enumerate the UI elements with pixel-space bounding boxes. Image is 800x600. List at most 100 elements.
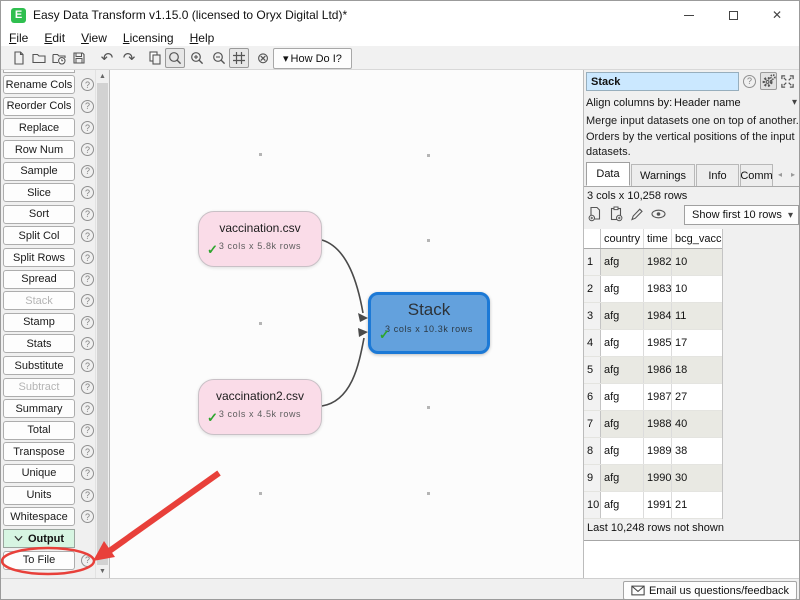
undo-button[interactable]: ↶	[97, 48, 117, 68]
help-icon[interactable]: ?	[81, 165, 94, 178]
view-data-button[interactable]	[649, 205, 667, 223]
zoom-tool-button[interactable]	[165, 48, 185, 68]
help-icon[interactable]: ?	[81, 121, 94, 134]
node-vaccination-csv[interactable]: vaccination.csv 3 cols x 5.8k rows ✓	[198, 211, 322, 267]
transform-button[interactable]: Unique	[3, 464, 75, 483]
grid-toggle-button[interactable]	[229, 48, 249, 68]
transform-button[interactable]: Units	[3, 486, 75, 505]
help-button[interactable]: ?	[741, 72, 758, 90]
new-file-button[interactable]	[9, 48, 29, 68]
table-row[interactable]: 6 afg 1987 27	[584, 384, 722, 411]
table-row[interactable]: 4 afg 1985 17	[584, 330, 722, 357]
help-icon[interactable]: ?	[81, 359, 94, 372]
scrollbar-thumb[interactable]	[97, 83, 108, 565]
help-icon[interactable]: ?	[81, 402, 94, 415]
help-icon[interactable]: ?	[81, 273, 94, 286]
transform-button[interactable]: Split Col	[3, 226, 75, 245]
duplicate-button[interactable]	[145, 48, 165, 68]
transform-button[interactable]: Stamp	[3, 313, 75, 332]
transform-button[interactable]: Summary	[3, 399, 75, 418]
align-columns-select[interactable]: Header name ▾	[671, 96, 799, 112]
table-row[interactable]: 10 afg 1991 21	[584, 492, 722, 519]
how-do-i-button[interactable]: ▾How Do I?	[273, 48, 352, 69]
tab-data[interactable]: Data	[586, 162, 630, 186]
zoom-out-button[interactable]	[209, 48, 229, 68]
transform-button[interactable]: Sample	[3, 162, 75, 181]
help-icon[interactable]: ?	[81, 445, 94, 458]
maximize-button[interactable]	[711, 1, 755, 29]
tab-scroll-right-icon[interactable]: ▸	[787, 164, 799, 184]
help-icon[interactable]: ?	[81, 229, 94, 242]
node-stack[interactable]: Stack 3 cols x 10.3k rows ✓	[368, 292, 490, 354]
transform-button[interactable]: Whitespace	[3, 507, 75, 526]
help-icon[interactable]: ?	[81, 186, 94, 199]
transform-button[interactable]: Reorder Cols	[3, 97, 75, 116]
to-file-button[interactable]: To File	[3, 551, 75, 570]
scroll-down-icon[interactable]: ▼	[96, 565, 109, 578]
transform-button[interactable]: Substitute	[3, 356, 75, 375]
help-icon[interactable]: ?	[81, 316, 94, 329]
table-row[interactable]: 5 afg 1986 18	[584, 357, 722, 384]
help-icon[interactable]: ?	[81, 294, 94, 307]
help-icon[interactable]: ?	[81, 251, 94, 264]
help-icon[interactable]: ?	[81, 143, 94, 156]
show-rows-select[interactable]: Show first 10 rows ▾	[684, 205, 799, 225]
help-icon[interactable]: ?	[81, 381, 94, 394]
transform-button[interactable]: Stack	[3, 291, 75, 310]
table-row[interactable]: 2 afg 1983 10	[584, 276, 722, 303]
table-row[interactable]: 8 afg 1989 38	[584, 438, 722, 465]
open-recent-button[interactable]	[49, 48, 69, 68]
settings-button[interactable]	[760, 72, 777, 90]
zoom-in-button[interactable]	[187, 48, 207, 68]
tab-info[interactable]: Info	[696, 164, 739, 186]
node-name-input[interactable]	[586, 72, 739, 91]
menu-item[interactable]: Licensing	[115, 30, 182, 46]
output-section-header[interactable]: Output	[3, 529, 75, 548]
menu-item[interactable]: Help	[182, 30, 223, 46]
table-row[interactable]: 3 afg 1984 11	[584, 303, 722, 330]
save-button[interactable]	[69, 48, 89, 68]
flow-canvas[interactable]: vaccination.csv 3 cols x 5.8k rows ✓ Sta…	[109, 70, 584, 578]
transform-button[interactable]: Total	[3, 421, 75, 440]
tab-warnings[interactable]: Warnings	[631, 164, 695, 186]
transform-button[interactable]: Slice	[3, 183, 75, 202]
minimize-button[interactable]	[667, 1, 711, 29]
transform-button[interactable]: Row Num	[3, 140, 75, 159]
close-button[interactable]: ✕	[755, 1, 799, 29]
transform-button[interactable]: Sort	[3, 205, 75, 224]
remove-button[interactable]: ⊗	[253, 48, 273, 68]
node-vaccination2-csv[interactable]: vaccination2.csv 3 cols x 4.5k rows ✓	[198, 379, 322, 435]
help-icon[interactable]: ?	[81, 424, 94, 437]
menu-item[interactable]: Edit	[36, 30, 73, 46]
help-icon[interactable]: ?	[81, 100, 94, 113]
help-icon[interactable]: ?	[81, 208, 94, 221]
menu-item[interactable]: View	[73, 30, 115, 46]
transform-button[interactable]: Replace	[3, 118, 75, 137]
help-icon[interactable]: ?	[81, 78, 94, 91]
expand-panel-button[interactable]	[779, 72, 796, 90]
transform-button[interactable]: Spread	[3, 270, 75, 289]
help-icon[interactable]: ?	[81, 489, 94, 502]
sidebar-scrollbar[interactable]: ▲ ▼	[95, 70, 108, 578]
transform-button[interactable]: Stats	[3, 334, 75, 353]
copy-data-button[interactable]	[586, 205, 604, 223]
transform-button[interactable]: Subtract	[3, 378, 75, 397]
email-feedback-button[interactable]: Email us questions/feedback	[623, 581, 797, 600]
menu-item[interactable]: File	[1, 30, 36, 46]
help-icon[interactable]: ?	[81, 510, 94, 523]
help-icon[interactable]: ?	[81, 337, 94, 350]
transform-button[interactable]: Rename Cols	[3, 75, 75, 94]
help-icon[interactable]: ?	[81, 554, 94, 567]
open-file-button[interactable]	[29, 48, 49, 68]
tab-scroll-left-icon[interactable]: ◂	[774, 164, 786, 184]
paste-data-button[interactable]	[607, 205, 625, 223]
transform-button[interactable]: Transpose	[3, 442, 75, 461]
table-row[interactable]: 9 afg 1990 30	[584, 465, 722, 492]
redo-button[interactable]: ↷	[119, 48, 139, 68]
tab-comments[interactable]: Comm	[740, 164, 773, 186]
table-row[interactable]: 7 afg 1988 40	[584, 411, 722, 438]
help-icon[interactable]: ?	[81, 467, 94, 480]
edit-data-button[interactable]	[628, 205, 646, 223]
scroll-up-icon[interactable]: ▲	[96, 70, 109, 83]
table-row[interactable]: 1 afg 1982 10	[584, 249, 722, 276]
